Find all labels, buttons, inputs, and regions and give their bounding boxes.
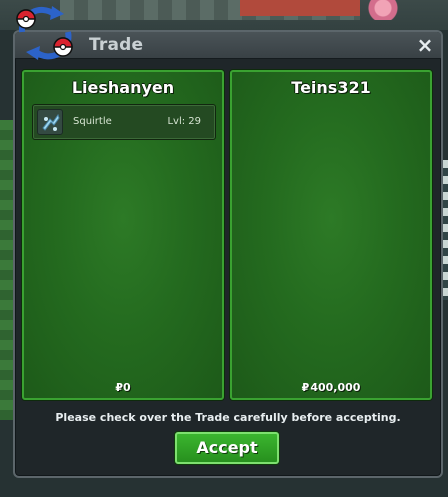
money-amount-left: 0 [123, 381, 131, 394]
pokemon-name: Squirtle [73, 116, 112, 127]
money-amount-right: 400,000 [310, 381, 361, 394]
pokemon-level: Lvl: 29 [167, 116, 201, 127]
player-name-left: Lieshanyen [71, 78, 175, 97]
pokedollar-symbol: ₽ [301, 381, 310, 394]
trade-notice: Please check over the Trade carefully be… [55, 411, 401, 424]
trade-panels: Lieshanyen Squirtle Lvl: 29 ₽0 Teins321 [22, 70, 434, 402]
trade-panel-left: Lieshanyen Squirtle Lvl: 29 ₽0 [22, 70, 224, 400]
trade-icon [8, 2, 84, 64]
money-offer-left: ₽0 [24, 381, 222, 394]
pokemon-icon [37, 109, 63, 135]
pokedollar-symbol: ₽ [115, 381, 123, 394]
trade-item-slot[interactable]: Squirtle Lvl: 29 [32, 104, 216, 140]
trade-panel-right: Teins321 ₽ 400,000 [230, 70, 432, 400]
accept-button[interactable]: Accept [175, 432, 279, 464]
player-name-right: Teins321 [291, 78, 371, 97]
npc-sprite [366, 0, 400, 20]
trade-window: Trade × Lieshanyen Squirtle Lvl: 29 ₽0 T… [13, 30, 443, 478]
close-button[interactable]: × [415, 35, 435, 55]
money-offer-right: ₽ 400,000 [232, 381, 430, 394]
background-roof [240, 0, 360, 16]
window-title: Trade [89, 35, 144, 55]
